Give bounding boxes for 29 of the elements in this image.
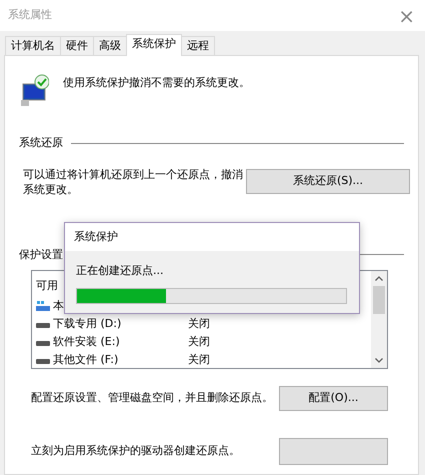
- tab[interactable]: 系统保护: [126, 34, 182, 56]
- section-heading: 保护设置: [19, 246, 63, 262]
- section-heading: 系统还原: [19, 135, 63, 151]
- create-text: 立刻为启用系统保护的驱动器创建还原点。: [31, 443, 240, 460]
- system-restore-button[interactable]: 系统还原(S)...: [246, 168, 410, 194]
- drive-status: 关闭: [188, 334, 210, 350]
- dialog-title: 系统保护: [74, 228, 118, 245]
- configure-text: 配置还原设置、管理磁盘空间，并且删除还原点。: [31, 390, 273, 406]
- system-protection-icon: [19, 74, 49, 106]
- drive-name[interactable]: 软件安装 (E:): [53, 334, 188, 350]
- drive-status: 关闭: [188, 352, 210, 368]
- drive-name[interactable]: 其他文件 (F:): [53, 352, 188, 368]
- create-button[interactable]: [279, 438, 388, 465]
- scroll-up-icon[interactable]: [375, 276, 383, 281]
- scroll-down-icon[interactable]: [375, 358, 383, 363]
- close-button[interactable]: ×: [396, 6, 417, 26]
- tab[interactable]: 远程: [181, 36, 215, 55]
- list-header[interactable]: 可用: [36, 278, 58, 295]
- drive-status: 关闭: [188, 316, 210, 332]
- progress-message: 正在创建还原点...: [76, 263, 164, 279]
- drive-name[interactable]: 下载专用 (D:): [53, 316, 188, 332]
- system-drive-icon: [36, 301, 50, 311]
- tab[interactable]: 计算机名: [5, 36, 61, 55]
- system-restore-text: 可以通过将计算机还原到上一个还原点，撤消系统更改。: [23, 166, 243, 196]
- scrollbar[interactable]: [371, 271, 387, 368]
- configure-button[interactable]: 配置(O)...: [279, 386, 388, 411]
- scrollbar-thumb[interactable]: [373, 286, 385, 314]
- window-title: 系统属性: [8, 7, 52, 24]
- intro-text: 使用系统保护撤消不需要的系统更改。: [63, 75, 250, 91]
